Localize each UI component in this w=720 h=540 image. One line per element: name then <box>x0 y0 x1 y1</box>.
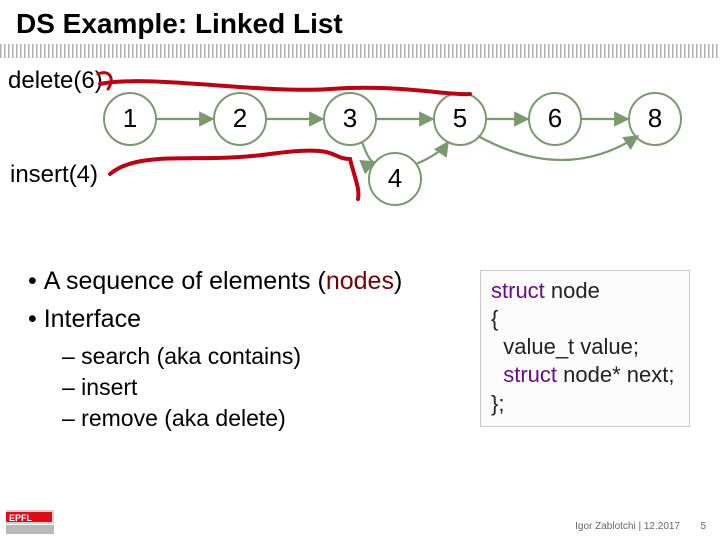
title-divider <box>0 44 720 58</box>
sub-3: – remove (aka delete) <box>62 403 428 434</box>
epfl-logo: EPFL <box>6 510 54 534</box>
node-3: 3 <box>343 103 357 133</box>
node-1: 1 <box>123 103 137 133</box>
bullet-1: • A sequence of elements (nodes) <box>28 265 428 299</box>
code-struct: struct node { value_t value; struct node… <box>480 270 690 427</box>
body-text: • A sequence of elements (nodes) • Inter… <box>28 265 428 434</box>
page-number: 5 <box>700 521 706 532</box>
footer-credit: Igor Zablotchi | 12.2017 <box>575 521 680 532</box>
sub-1: – search (aka contains) <box>62 341 428 372</box>
bullet-2: • Interface <box>28 303 428 337</box>
node-6: 6 <box>548 103 562 133</box>
insert-link-out <box>416 142 448 164</box>
insert-link-in <box>362 142 375 162</box>
delete-label: delete(6) <box>8 67 103 94</box>
page-title: DS Example: Linked List <box>0 0 720 44</box>
node-8: 8 <box>648 103 662 133</box>
linked-list-diagram: delete(6) insert(4) 1 2 3 5 6 8 4 <box>0 64 720 234</box>
node-4: 4 <box>388 163 402 193</box>
node-2: 2 <box>233 103 247 133</box>
svg-text:EPFL: EPFL <box>9 513 33 523</box>
list-nodes: 1 2 3 5 6 8 4 <box>104 93 681 205</box>
nodes-keyword: nodes <box>326 267 394 295</box>
insert-label: insert(4) <box>10 161 98 188</box>
node-5: 5 <box>453 103 467 133</box>
red-annotation-insert <box>110 151 358 199</box>
red-annotation-top <box>100 81 470 94</box>
sub-2: – insert <box>62 372 428 403</box>
